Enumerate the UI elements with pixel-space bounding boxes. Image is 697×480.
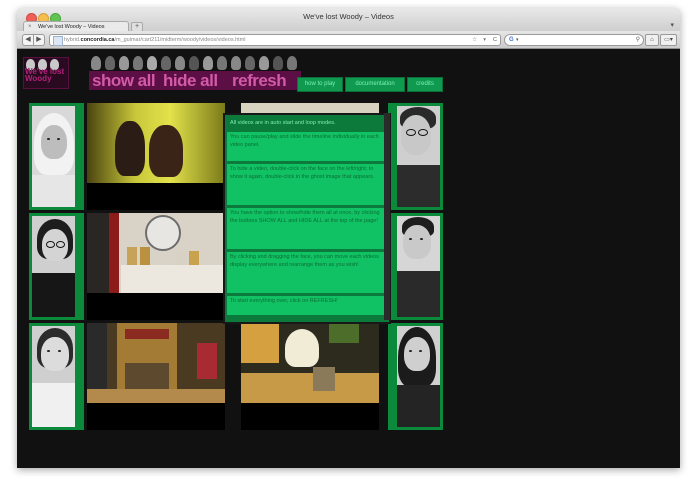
url-domain: concordia.ca	[80, 37, 115, 43]
face-woman-hoodie[interactable]	[29, 323, 84, 430]
home-button[interactable]: ⌂	[645, 34, 659, 46]
video-panel-1[interactable]	[87, 103, 225, 210]
info-item-4: By clicking and dragging the face, you c…	[227, 252, 387, 294]
site-logo[interactable]: We've lost Woody	[23, 57, 69, 89]
face-woman-dark-hair[interactable]	[388, 323, 443, 430]
address-bar[interactable]: hybrid.concordia.ca/m_guimar/cart211/mid…	[49, 34, 501, 46]
url-domain-prefix: hybrid.	[64, 37, 81, 43]
search-engine-caret-icon[interactable]: ▾	[516, 35, 519, 45]
info-heading: All videos are in auto start and loop mo…	[230, 120, 336, 126]
video-panel-3[interactable]	[87, 323, 225, 430]
info-item-2: To hide a video, double-click on the fac…	[227, 164, 387, 206]
show-all-button[interactable]: show all	[89, 71, 163, 90]
browser-window: We've lost Woody – Videos × We've lost W…	[17, 8, 680, 468]
page-content: We've lost Woody show all hide all refre…	[17, 49, 680, 468]
address-text[interactable]: hybrid.concordia.ca/m_guimar/cart211/mid…	[64, 35, 246, 45]
browser-toolbar: ◀ ▶ hybrid.concordia.ca/m_guimar/cart211…	[17, 31, 680, 49]
logo-text: We've lost Woody	[25, 67, 65, 83]
info-item-1: You can pause/play and slide the timelin…	[227, 132, 387, 162]
nav-credits[interactable]: credits	[407, 77, 443, 92]
face-woman-glasses[interactable]	[29, 213, 84, 320]
tab-bar: × We've lost Woody – Videos + ▾	[17, 20, 680, 32]
how-to-play-panel: All videos are in auto start and loop mo…	[223, 113, 391, 324]
face-blonde-woman[interactable]	[29, 103, 84, 210]
face-man-glasses[interactable]	[388, 103, 443, 210]
url-path: /m_guimar/cart211/midterm/woody/videos/v…	[114, 37, 246, 43]
video-panel-2[interactable]	[87, 213, 225, 320]
bookmark-star-icon[interactable]: ☆	[472, 35, 477, 45]
tab-menu-icon[interactable]: ▾	[670, 21, 674, 29]
search-engine-icon[interactable]: G	[509, 35, 514, 45]
search-field[interactable]: G ▾ ⚲	[504, 34, 644, 46]
video-frame[interactable]	[87, 323, 225, 403]
search-icon[interactable]: ⚲	[636, 35, 640, 45]
hide-all-button[interactable]: hide all	[160, 71, 232, 90]
video-frame[interactable]	[87, 213, 225, 293]
video-panel-4[interactable]	[241, 323, 379, 430]
refresh-button[interactable]: refresh	[229, 71, 301, 90]
display-menu-button[interactable]: ▭▾	[660, 34, 677, 46]
address-dropdown-icon[interactable]: ▾	[483, 35, 486, 45]
nav-documentation[interactable]: documentation	[345, 77, 405, 92]
info-panel-scrollbar[interactable]	[384, 113, 390, 320]
site-favicon-icon	[53, 36, 63, 46]
faces-strip-image	[89, 56, 359, 70]
video-frame[interactable]	[241, 323, 379, 403]
face-man-garage-shirt[interactable]	[388, 213, 443, 320]
video-frame[interactable]	[87, 103, 225, 183]
info-item-3: You have the option to show/hide them al…	[227, 208, 387, 250]
reload-icon[interactable]: C	[493, 35, 497, 45]
forward-button[interactable]: ▶	[33, 34, 45, 46]
nav-how-to-play[interactable]: how to play	[297, 77, 343, 92]
info-item-5: To start everything over, click on REFRE…	[227, 296, 387, 316]
